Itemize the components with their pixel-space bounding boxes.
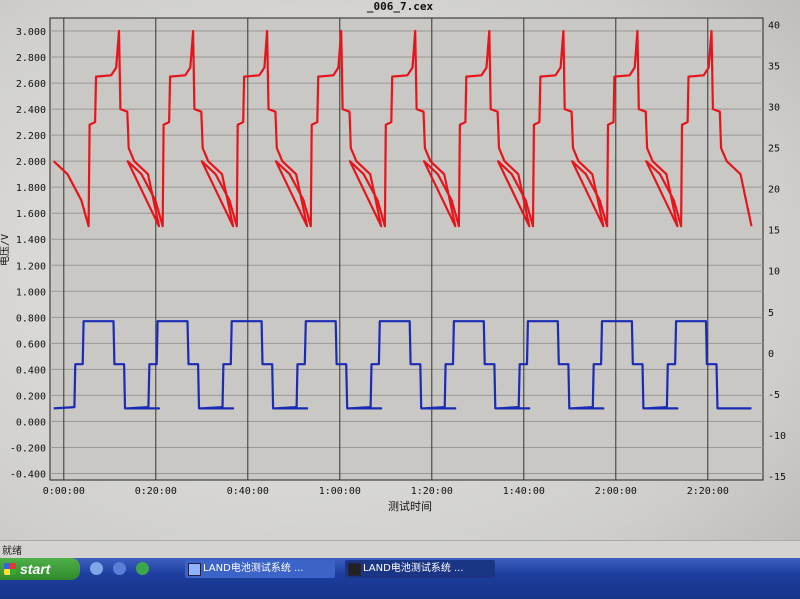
- x-tick-label: 1:00:00: [319, 486, 361, 497]
- y-left-tick-label: 1.000: [16, 287, 46, 298]
- y-right-tick-label: 20: [768, 185, 780, 196]
- x-tick-label: 1:20:00: [411, 486, 453, 497]
- y-right-tick-label: 0: [768, 349, 774, 360]
- plot-area: [49, 17, 764, 481]
- taskbar-item-land-2[interactable]: LAND电池测试系统 ...: [345, 560, 495, 578]
- y-right-tick-label: -15: [768, 472, 786, 483]
- taskbar-item-label: LAND电池测试系统 ...: [203, 563, 304, 574]
- y-left-tick-label: -0.400: [10, 469, 46, 480]
- y-left-tick-label: 0.600: [16, 339, 46, 350]
- y-left-tick-label: 2.600: [16, 79, 46, 90]
- x-tick-label: 2:00:00: [595, 486, 637, 497]
- y-left-tick-label: 1.200: [16, 261, 46, 272]
- y-axis-label: 电压/V: [0, 234, 11, 266]
- y-right-tick-label: -10: [768, 431, 786, 442]
- y-left-tick-label: 2.000: [16, 157, 46, 168]
- start-label: start: [20, 561, 51, 577]
- y-right-tick-label: 30: [768, 103, 780, 114]
- y-left-tick-label: 2.400: [16, 105, 46, 116]
- media-player-icon[interactable]: [136, 562, 149, 575]
- y-right-tick-labels: 40 35 30 25 20 15 10 5 0 -5 -10 -15: [768, 21, 786, 483]
- voltage-time-chart: 3.000 2.800 2.600 2.400 2.200 2.000 1.800 1.600…: [0, 17, 786, 513]
- start-button[interactable]: start: [0, 558, 80, 580]
- show-desktop-icon[interactable]: [90, 562, 103, 575]
- y-left-tick-label: 2.200: [16, 131, 46, 142]
- x-tick-label: 0:20:00: [135, 486, 177, 497]
- x-tick-label: 0:00:00: [43, 486, 85, 497]
- x-tick-label: 0:40:00: [227, 486, 269, 497]
- x-tick-label: 1:40:00: [503, 486, 545, 497]
- app-window-icon: [348, 563, 361, 576]
- y-left-tick-labels: 3.000 2.800 2.600 2.400 2.200 2.000 1.800 1.600…: [10, 27, 46, 480]
- windows-flag-icon: [4, 563, 16, 575]
- y-right-tick-label: 35: [768, 62, 780, 73]
- screen-background: _006_7.cex 3.000 2.800 2.600 2.400 2.200 2.00…: [0, 0, 800, 599]
- y-right-tick-label: 40: [768, 21, 780, 32]
- status-text: 就绪: [2, 546, 22, 557]
- y-left-tick-label: 0.800: [16, 313, 46, 324]
- y-left-tick-label: 1.600: [16, 209, 46, 220]
- y-right-tick-label: 5: [768, 308, 774, 319]
- y-right-tick-label: 25: [768, 144, 780, 155]
- app-window-icon: [188, 563, 201, 576]
- y-right-tick-label: 15: [768, 226, 780, 237]
- y-left-tick-label: 0.000: [16, 417, 46, 428]
- taskbar-item-land-1[interactable]: LAND电池测试系统 ...: [185, 560, 335, 578]
- x-axis-label: 测试时间: [388, 500, 432, 513]
- taskbar: start LAND电池测试系统 ... LAND电池测试系统 ...: [0, 558, 800, 599]
- y-left-tick-label: 0.200: [16, 391, 46, 402]
- y-left-tick-label: 1.800: [16, 183, 46, 194]
- y-left-tick-label: 0.400: [16, 365, 46, 376]
- x-tick-labels: 0:00:00 0:20:00 0:40:00 1:00:00 1:20:00 1:40:…: [43, 486, 729, 497]
- y-left-tick-label: -0.200: [10, 443, 46, 454]
- taskbar-item-label: LAND电池测试系统 ...: [363, 563, 464, 574]
- status-bar: 就绪: [0, 540, 800, 559]
- y-left-tick-label: 3.000: [16, 27, 46, 38]
- y-left-tick-label: 2.800: [16, 53, 46, 64]
- x-tick-label: 2:20:00: [687, 486, 729, 497]
- y-right-tick-label: 10: [768, 267, 780, 278]
- y-right-tick-label: -5: [768, 390, 780, 401]
- y-left-tick-label: 1.400: [16, 235, 46, 246]
- browser-icon[interactable]: [113, 562, 126, 575]
